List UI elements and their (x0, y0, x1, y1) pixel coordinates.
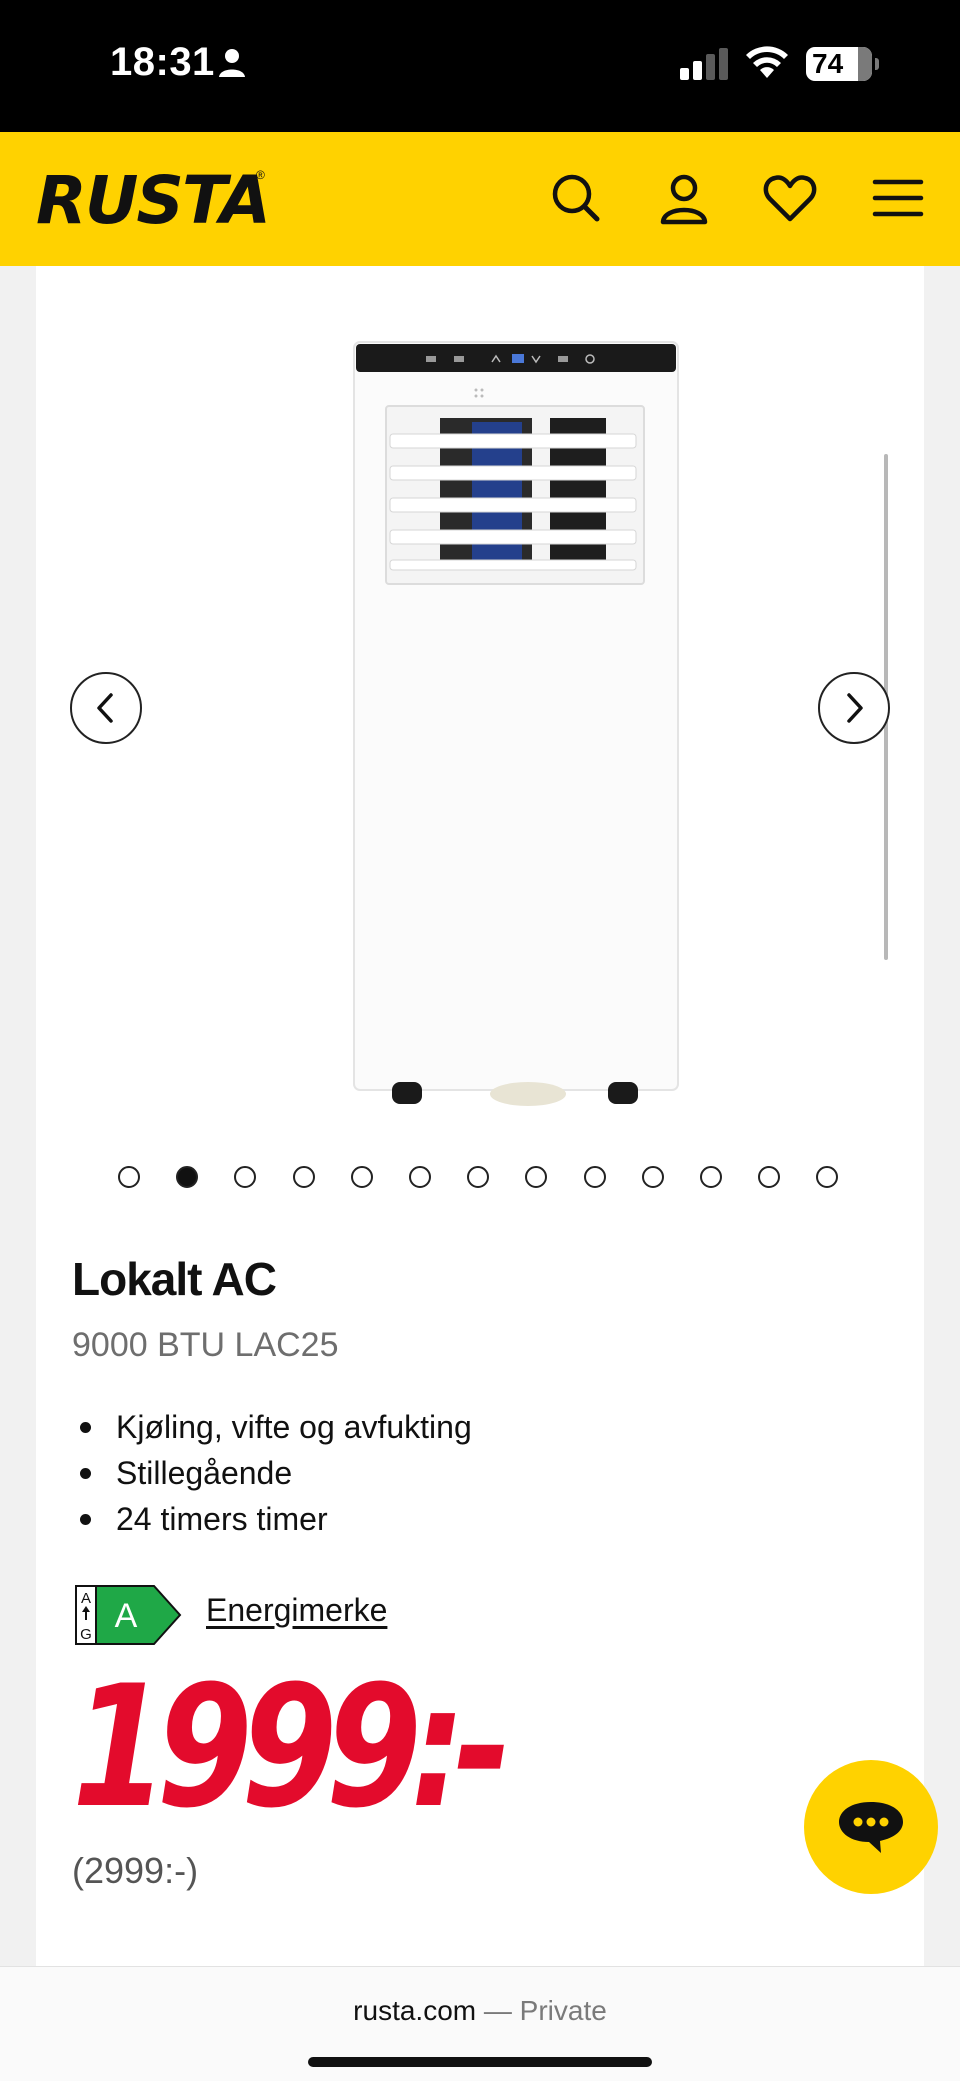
browsing-mode: Private (519, 1995, 607, 2026)
carousel-dot[interactable] (292, 1166, 315, 1188)
energy-class-badge[interactable]: A G A (74, 1584, 182, 1646)
feature-list: Kjøling, vifte og avfukting Stillegående… (72, 1404, 472, 1542)
browser-url-bar[interactable]: rusta.com — Private (0, 1966, 960, 2081)
url-text: rusta.com — Private (0, 1995, 960, 2027)
carousel-dot[interactable] (583, 1166, 606, 1188)
list-item: 24 timers timer (72, 1496, 472, 1542)
carousel-dot[interactable] (118, 1166, 140, 1188)
status-bar: 18:31 74 (0, 0, 960, 132)
battery-indicator: 74 (806, 47, 879, 81)
carousel-dot[interactable] (176, 1166, 199, 1188)
site-header: RUSTA ® (0, 132, 960, 266)
status-time: 18:31 (110, 40, 215, 84)
carousel-dot[interactable] (700, 1166, 722, 1188)
product-subtitle: 9000 BTU LAC25 (72, 1326, 339, 1364)
chevron-left-icon (97, 693, 113, 723)
energy-scale-bottom: G (80, 1626, 92, 1643)
carousel-dot[interactable] (234, 1166, 257, 1188)
product-card: Lokalt AC 9000 BTU LAC25 Kjøling, vifte … (36, 266, 924, 1966)
chat-button[interactable] (804, 1760, 938, 1894)
heart-icon[interactable] (762, 170, 818, 226)
wifi-icon (746, 46, 788, 78)
carousel-dot[interactable] (641, 1166, 664, 1188)
carousel-next-button[interactable] (818, 672, 890, 744)
product-image[interactable] (316, 302, 686, 1112)
chat-bubble-icon (839, 1802, 903, 1853)
product-title: Lokalt AC (72, 1253, 277, 1305)
person-icon (219, 49, 245, 77)
logo-registered-mark: ® (256, 168, 265, 182)
home-indicator[interactable] (308, 2057, 652, 2067)
list-item: Stillegående (72, 1450, 472, 1496)
sale-price-text: 1999:- (72, 1680, 504, 1820)
carousel-dot[interactable] (525, 1166, 548, 1188)
menu-icon[interactable] (870, 170, 926, 226)
energy-scale-top: A (81, 1590, 91, 1607)
battery-level: 74 (812, 48, 844, 79)
chevron-right-icon (847, 693, 863, 723)
energy-class: A (115, 1597, 138, 1635)
domain: rusta.com (353, 1995, 477, 2026)
sale-price: 1999:- (72, 1680, 512, 1820)
list-item: Kjøling, vifte og avfukting (72, 1404, 472, 1450)
original-price: (2999:-) (72, 1850, 199, 1891)
rusta-logo[interactable]: RUSTA (36, 162, 271, 239)
search-icon[interactable] (548, 170, 604, 226)
carousel-dot[interactable] (409, 1166, 431, 1188)
energy-label-link[interactable]: Energimerke (206, 1592, 387, 1629)
user-icon[interactable] (656, 170, 712, 226)
carousel-dot[interactable] (816, 1166, 839, 1188)
url-separator: — (483, 1995, 512, 2026)
carousel-dot[interactable] (758, 1166, 781, 1188)
carousel-dot[interactable] (467, 1166, 490, 1188)
cellular-signal-icon (680, 48, 728, 80)
carousel-prev-button[interactable] (70, 672, 142, 744)
carousel-dot[interactable] (350, 1166, 373, 1188)
